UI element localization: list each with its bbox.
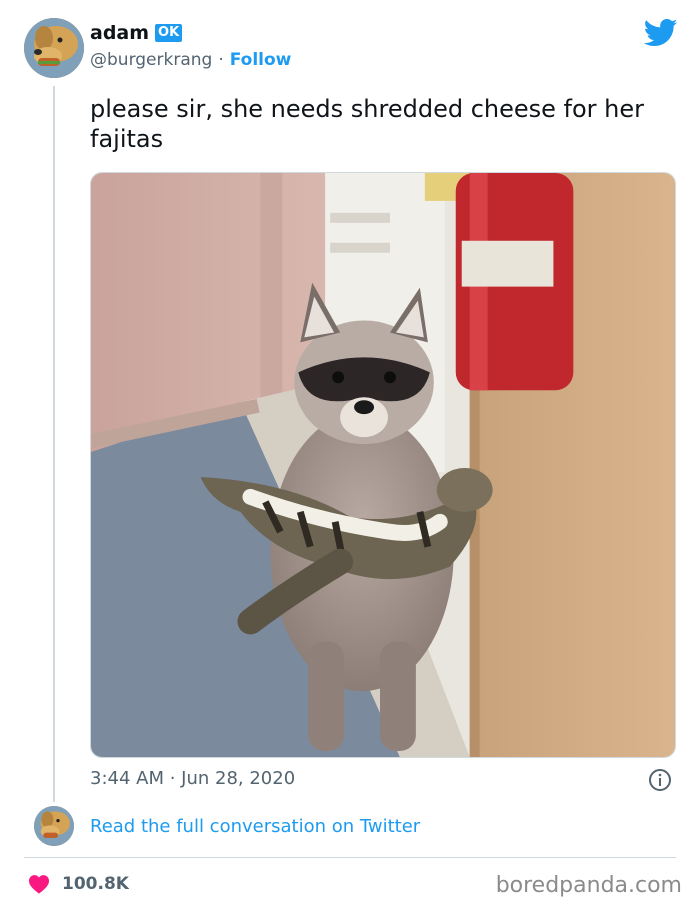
- dog-avatar-small-image: [34, 806, 74, 846]
- dog-avatar-image: [24, 18, 84, 78]
- twitter-bird-icon[interactable]: [644, 18, 678, 48]
- author-name-row: adam OK: [90, 22, 183, 44]
- handle-separator: ·: [218, 50, 224, 70]
- author-handle-row: @burgerkrang · Follow: [90, 50, 291, 70]
- tweet-card: adam OK @burgerkrang · Follow please sir…: [0, 0, 700, 912]
- author-avatar[interactable]: [24, 18, 84, 78]
- info-icon[interactable]: [648, 768, 672, 792]
- raccoon-holding-cat-photo: [91, 173, 675, 757]
- like-button[interactable]: 100.8K: [28, 874, 129, 894]
- tweet-timestamp[interactable]: 3:44 AM · Jun 28, 2020: [90, 768, 295, 789]
- tweet-text: please sir, she needs shredded cheese fo…: [90, 95, 645, 153]
- follow-button[interactable]: Follow: [230, 50, 292, 70]
- like-count: 100.8K: [62, 874, 129, 894]
- thread-connector-line: [53, 86, 55, 802]
- author-handle[interactable]: @burgerkrang: [90, 50, 212, 70]
- boredpanda-watermark: boredpanda.com: [495, 873, 682, 898]
- footer-divider: [24, 857, 676, 858]
- ok-badge: OK: [155, 24, 183, 42]
- read-full-conversation-link[interactable]: Read the full conversation on Twitter: [90, 816, 420, 837]
- author-avatar-small[interactable]: [34, 806, 74, 846]
- tweet-photo[interactable]: [90, 172, 676, 758]
- author-display-name[interactable]: adam: [90, 22, 149, 44]
- heart-icon: [29, 875, 49, 894]
